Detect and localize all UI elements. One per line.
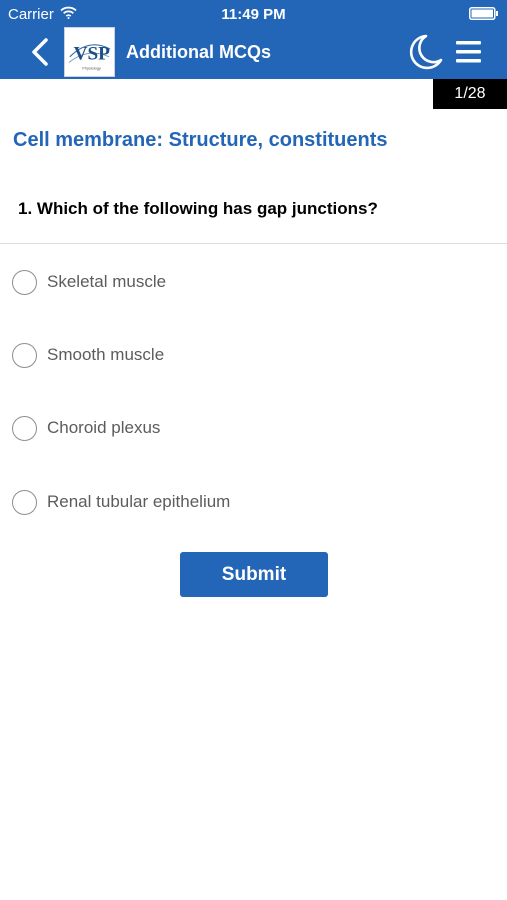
hamburger-menu-icon[interactable]	[456, 40, 481, 64]
option-renal-tubular-epithelium[interactable]: Renal tubular epithelium	[12, 487, 432, 517]
logo-subtext: Physiology	[82, 66, 101, 70]
page-title: Additional MCQs	[126, 42, 271, 62]
nav-bar: Carrier 11:49 PM VSP Physiology Addition…	[0, 0, 507, 79]
radio-button[interactable]	[12, 489, 37, 515]
battery-icon	[469, 7, 498, 20]
divider	[0, 243, 507, 244]
option-smooth-muscle[interactable]: Smooth muscle	[12, 340, 432, 370]
section-title: Cell membrane: Structure, constituents	[13, 129, 388, 151]
logo-mark: VSP Physiology	[68, 44, 111, 70]
night-mode-moon-icon[interactable]	[406, 33, 444, 71]
radio-button[interactable]	[12, 415, 37, 441]
question-text: 1. Which of the following has gap juncti…	[18, 199, 378, 218]
radio-button[interactable]	[12, 269, 37, 295]
option-choroid-plexus[interactable]: Choroid plexus	[12, 413, 432, 443]
option-label: Choroid plexus	[47, 418, 161, 437]
status-bar: Carrier 11:49 PM	[0, 0, 507, 28]
option-label: Renal tubular epithelium	[47, 492, 231, 511]
radio-button[interactable]	[12, 342, 37, 368]
option-skeletal-muscle[interactable]: Skeletal muscle	[12, 267, 432, 297]
clock: 11:49 PM	[221, 6, 286, 23]
back-chevron-icon[interactable]	[27, 37, 51, 67]
question-counter: 1/28	[433, 79, 507, 109]
logo-text: VSP	[74, 44, 111, 65]
submit-button[interactable]: Submit	[180, 552, 328, 597]
option-label: Smooth muscle	[47, 345, 165, 364]
option-label: Skeletal muscle	[47, 272, 167, 291]
app-logo: VSP Physiology	[64, 27, 115, 77]
